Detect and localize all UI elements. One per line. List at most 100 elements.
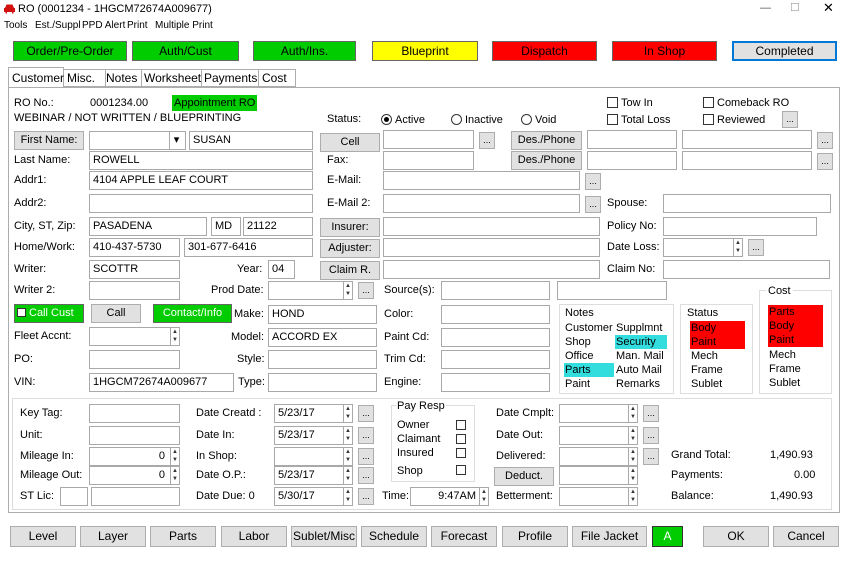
cell-ellipsis-button[interactable]: ... bbox=[479, 132, 495, 149]
status-void-radio[interactable]: Void bbox=[521, 113, 556, 127]
cost-paint[interactable]: Paint bbox=[768, 333, 823, 347]
date-op-ellipsis[interactable]: ... bbox=[358, 467, 374, 484]
note-remarks[interactable]: Remarks bbox=[615, 377, 667, 391]
claim-rep-input[interactable] bbox=[383, 260, 600, 279]
status-inactive-radio[interactable]: Inactive bbox=[451, 113, 503, 127]
mileage-out-input[interactable]: 0 ▲ ▼ bbox=[89, 466, 180, 485]
deduct-spinner-icon[interactable]: ▲ ▼ bbox=[628, 467, 637, 484]
mileage-out-spinner-icon[interactable]: ▲ ▼ bbox=[170, 467, 179, 484]
insurer-button[interactable]: Insurer: bbox=[320, 218, 380, 237]
tab-payments[interactable]: Payments bbox=[202, 69, 259, 87]
layer-button[interactable]: Layer bbox=[80, 526, 146, 547]
date-due-ellipsis[interactable]: ... bbox=[358, 488, 374, 505]
city-input[interactable]: PASADENA bbox=[89, 217, 207, 236]
note-supplement[interactable]: Supplmnt bbox=[615, 321, 667, 335]
reviewed-checkbox[interactable]: Reviewed bbox=[703, 113, 765, 127]
email2-ellipsis-button[interactable]: ... bbox=[585, 196, 601, 213]
menu-ppd-alert[interactable]: PPD Alert bbox=[82, 19, 125, 33]
source-input-1[interactable] bbox=[441, 281, 550, 300]
tab-cost[interactable]: Cost bbox=[259, 69, 296, 87]
profile-button[interactable]: Profile bbox=[502, 526, 568, 547]
note-security[interactable]: Security bbox=[615, 335, 667, 349]
work-phone-input[interactable]: 301-677-6416 bbox=[184, 238, 313, 257]
cost-sublet[interactable]: Sublet bbox=[768, 376, 823, 390]
prod-date-ellipsis-button[interactable]: ... bbox=[358, 282, 374, 299]
status-body[interactable]: Body bbox=[690, 321, 745, 335]
close-button[interactable]: ✕ bbox=[823, 1, 834, 15]
note-parts[interactable]: Parts bbox=[564, 363, 614, 377]
call-cust-button[interactable]: Call Cust bbox=[14, 304, 84, 323]
year-input[interactable]: 04 bbox=[268, 260, 295, 279]
adjuster-input[interactable] bbox=[383, 238, 600, 257]
claim-rep-button[interactable]: Claim R. bbox=[320, 261, 380, 280]
vin-input[interactable]: 1HGCM72674A009677 bbox=[89, 373, 234, 392]
status-sublet[interactable]: Sublet bbox=[690, 377, 745, 391]
addr2-input[interactable] bbox=[89, 194, 313, 213]
schedule-button[interactable]: Schedule bbox=[361, 526, 427, 547]
des-phone-input-1b[interactable] bbox=[682, 130, 812, 149]
first-name-button[interactable]: First Name: bbox=[14, 131, 84, 150]
date-loss-input[interactable]: ▲ ▼ bbox=[663, 238, 743, 257]
date-op-input[interactable]: 5/23/17 ▲ ▼ bbox=[274, 466, 353, 485]
first-name-input[interactable]: SUSAN bbox=[189, 131, 313, 150]
insurer-input[interactable] bbox=[383, 217, 600, 236]
des-phone-button-1[interactable]: Des./Phone bbox=[511, 131, 582, 150]
cost-parts[interactable]: Parts bbox=[768, 305, 823, 319]
in-shop-input[interactable]: ▲ ▼ bbox=[274, 447, 353, 466]
in-shop-button[interactable]: In Shop bbox=[612, 41, 717, 61]
des-phone-ellipsis-2[interactable]: ... bbox=[817, 153, 833, 170]
prod-date-input[interactable]: ▲ ▼ bbox=[268, 281, 353, 300]
fleet-account-input[interactable]: ▲ ▼ bbox=[89, 327, 180, 346]
labor-button[interactable]: Labor bbox=[221, 526, 287, 547]
st-lic-input[interactable] bbox=[91, 487, 180, 506]
note-customer[interactable]: Customer bbox=[564, 321, 614, 335]
status-frame[interactable]: Frame bbox=[690, 363, 745, 377]
forecast-button[interactable]: Forecast bbox=[431, 526, 497, 547]
note-shop[interactable]: Shop bbox=[564, 335, 614, 349]
pay-resp-insured-checkbox[interactable] bbox=[456, 448, 466, 458]
deduct-input[interactable]: ▲ ▼ bbox=[559, 466, 638, 485]
des-phone-ellipsis-1[interactable]: ... bbox=[817, 132, 833, 149]
level-button[interactable]: Level bbox=[10, 526, 76, 547]
dispatch-button[interactable]: Dispatch bbox=[492, 41, 597, 61]
delivered-spinner-icon[interactable]: ▲ ▼ bbox=[628, 448, 637, 465]
cell-button[interactable]: Cell bbox=[320, 133, 380, 152]
in-shop-ellipsis[interactable]: ... bbox=[358, 448, 374, 465]
time-spinner-icon[interactable]: ▲ ▼ bbox=[479, 488, 488, 505]
last-name-input[interactable]: ROWELL bbox=[89, 151, 313, 170]
date-loss-ellipsis-button[interactable]: ... bbox=[748, 239, 764, 256]
mileage-in-input[interactable]: 0 ▲ ▼ bbox=[89, 447, 180, 466]
delivered-input[interactable]: ▲ ▼ bbox=[559, 447, 638, 466]
time-input[interactable]: 9:47AM ▲ ▼ bbox=[410, 487, 489, 506]
first-name-title-select[interactable]: ▾ bbox=[89, 131, 186, 150]
date-due-spinner-icon[interactable]: ▲ ▼ bbox=[343, 488, 352, 505]
date-out-spinner-icon[interactable]: ▲ ▼ bbox=[628, 427, 637, 444]
auth-cust-button[interactable]: Auth/Cust bbox=[132, 41, 239, 61]
date-out-ellipsis[interactable]: ... bbox=[643, 427, 659, 444]
betterment-spinner-icon[interactable]: ▲ ▼ bbox=[628, 488, 637, 505]
cost-frame[interactable]: Frame bbox=[768, 362, 823, 376]
policy-input[interactable] bbox=[663, 217, 817, 236]
status-active-radio[interactable]: Active bbox=[381, 113, 425, 127]
style-input[interactable] bbox=[268, 350, 377, 369]
date-in-input[interactable]: 5/23/17 ▲ ▼ bbox=[274, 426, 353, 445]
model-input[interactable]: ACCORD EX bbox=[268, 328, 377, 347]
ok-button[interactable]: OK bbox=[703, 526, 769, 547]
unit-input[interactable] bbox=[89, 426, 180, 445]
source-input-2[interactable] bbox=[557, 281, 667, 300]
email2-input[interactable] bbox=[383, 194, 580, 213]
tab-customer[interactable]: Customer bbox=[8, 67, 64, 88]
des-phone-input-2b[interactable] bbox=[682, 151, 812, 170]
email-input[interactable] bbox=[383, 171, 580, 190]
note-auto-mail[interactable]: Auto Mail bbox=[615, 363, 667, 377]
date-due-input[interactable]: 5/30/17 ▲ ▼ bbox=[274, 487, 353, 506]
date-out-input[interactable]: ▲ ▼ bbox=[559, 426, 638, 445]
key-tag-input[interactable] bbox=[89, 404, 180, 423]
fax-input[interactable] bbox=[383, 151, 474, 170]
date-in-ellipsis[interactable]: ... bbox=[358, 427, 374, 444]
order-preorder-button[interactable]: Order/Pre-Order bbox=[13, 41, 127, 61]
date-created-ellipsis[interactable]: ... bbox=[358, 405, 374, 422]
date-complete-input[interactable]: ▲ ▼ bbox=[559, 404, 638, 423]
writer2-input[interactable] bbox=[89, 281, 180, 300]
engine-input[interactable] bbox=[441, 373, 550, 392]
